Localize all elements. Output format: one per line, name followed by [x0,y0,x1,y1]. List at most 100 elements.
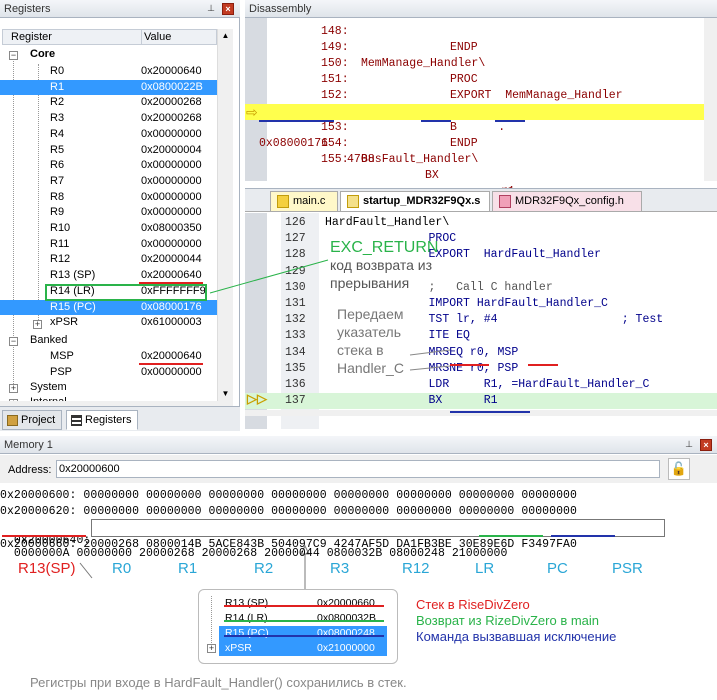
asm-text: MemManage_Handler\ [361,57,486,70]
expand-xpsr-icon[interactable]: + [33,320,42,329]
asm-line-number: 150: [321,57,349,70]
editor-line[interactable]: 130 ; Call C handler [245,280,717,296]
inset-row[interactable]: xPSR 0x21000000 [219,641,387,656]
asm-text: B . [450,121,506,134]
scroll-down-icon[interactable]: ▼ [218,387,233,401]
register-row[interactable]: R1 0x0800022B [0,79,217,96]
register-row[interactable]: R15 (PC) 0x08000176 [0,299,217,315]
tab-startup[interactable]: startup_MDR32F9Qx.s [340,191,490,211]
register-row[interactable]: R5 0x20000004 [0,143,217,159]
editor-line[interactable]: 132 TST lr, #4 ; Test [245,312,717,328]
register-row[interactable]: R12 0x20000044 [0,252,217,268]
inset-row[interactable]: R15 (PC) 0x08000248 [219,626,387,641]
register-value: 0x21000000 [317,642,375,654]
register-value: 0x20000640 [141,350,202,362]
col-value[interactable]: Value [144,31,171,43]
note-command: Команда вызвавшая исключение [416,629,617,644]
register-value: 0x08000248 [317,627,375,639]
tab-config[interactable]: MDR32F9Qx_config.h [492,191,642,211]
asm-line[interactable]: 152: EXPORT MemManage_Handler [245,88,717,104]
register-row[interactable]: R7 0x00000000 [0,174,217,190]
register-row[interactable]: R11 0x00000000 [0,237,217,253]
register-row[interactable]: R4 0x00000000 [0,127,217,143]
editor-line[interactable]: 131 IMPORT HardFault_Handler_C [245,296,717,312]
register-value: 0x20000268 [141,96,202,109]
registers-scrollbar[interactable]: ▲ ▼ [217,29,233,401]
lock-icon[interactable]: 🔓 [668,458,690,480]
pin-icon[interactable]: ⊥ [205,3,217,15]
expand-system-icon[interactable]: + [9,384,18,393]
editor-line[interactable]: 133 ITE EQ [245,328,717,344]
debug-arrow-icon: ▷▷ [247,391,267,406]
register-row[interactable]: R3 0x20000268 [0,111,217,127]
close-icon[interactable]: × [700,439,712,451]
asm-line-number: 151: [321,73,349,86]
editor-line[interactable]: 129 [245,264,717,280]
asm-line[interactable]: 153: B . [245,120,717,136]
editor-line[interactable]: 136 LDR R1, =HardFault_Handler_C [245,377,717,393]
asm-line[interactable]: 151: PROC [245,72,717,88]
word-label: R13(SP) [18,560,76,577]
editor-line[interactable]: 128 EXPORT HardFault_Handler [245,247,717,263]
register-name: MSP [50,350,74,362]
line-number: 134 [285,345,306,359]
line-number: 130 [285,280,306,294]
asm-line[interactable]: 150: MemManage_Handler\ [245,56,717,72]
register-name: R7 [50,174,65,187]
word-label: R2 [254,560,274,577]
collapse-banked-icon[interactable]: − [9,337,18,346]
line-number: 131 [285,297,306,310]
asm-line[interactable]: 149: ENDP [245,40,717,56]
line-number: 127 [285,232,306,246]
annot-exc-return: EXC_RETURN [330,239,439,256]
registers-panel: Registers ⊥ × Register Value − Core R0 0x… [0,0,240,431]
line-number: 135 [285,361,306,375]
tab-main-c[interactable]: main.c [270,191,338,211]
register-name: R15 (PC) [50,300,96,313]
line-number: 126 [285,216,306,229]
register-value: 0x20000640 [141,269,202,282]
pin-icon[interactable]: ⊥ [683,439,695,451]
register-value: 0x00000000 [141,190,202,203]
register-row[interactable]: R9 0x00000000 [0,205,217,221]
inset-row[interactable]: R13 (SP) 0x20000660 [219,596,387,611]
register-name: R1 [50,80,65,93]
registers-icon [71,415,82,426]
code-text: HardFault_Handler\ [325,216,450,229]
register-name: xPSR [225,642,252,654]
collapse-core-icon[interactable]: − [9,51,18,60]
current-instruction-row[interactable]: ⇨ 0x08000176 4708 BX r1 [245,104,717,198]
register-row[interactable]: R6 0x00000000 [0,158,217,174]
editor-line[interactable]: 127 PROC [245,231,717,247]
close-icon[interactable]: × [222,3,234,15]
editor-line[interactable]: 126 HardFault_Handler\ [245,215,717,231]
asm-line-number: 155: [321,153,349,166]
register-row[interactable]: R0 0x20000640 [0,64,217,80]
scroll-up-icon[interactable]: ▲ [218,29,233,43]
register-row[interactable]: R8 0x00000000 [0,190,217,206]
current-opcode: 4708 [347,153,375,166]
tab-registers[interactable]: Registers [66,410,139,430]
register-value: 0x00000000 [141,127,202,140]
address-input[interactable] [56,460,660,478]
asm-text: ENDP [450,137,478,150]
tab-project-label: Project [21,414,56,426]
register-row[interactable]: R2 0x20000268 [0,95,217,111]
register-row[interactable]: R10 0x08000350 [0,221,217,237]
word-label: R12 [402,560,430,577]
col-register[interactable]: Register [11,31,52,43]
disassembly-title-bar: Disassembly [245,0,717,18]
editor-line[interactable]: 137 BX R1 [245,393,717,410]
asm-line[interactable]: 148: [245,24,717,40]
register-row-psp[interactable]: PSP 0x00000000 [0,365,217,381]
tab-project[interactable]: Project [2,410,63,430]
editor-line[interactable]: 134 MRSEQ r0, MSP [245,345,717,361]
asm-line[interactable]: 155: BusFault_Handler\ [245,152,717,168]
register-value: 0x00000000 [141,366,202,378]
address-label: Address: [8,464,52,476]
inset-row[interactable]: R14 (LR) 0x0800032B [219,611,387,626]
register-name: R9 [50,206,65,219]
expand-xpsr-icon[interactable]: + [207,644,216,653]
asm-text: EXPORT MemManage_Handler [450,89,623,102]
annot-pass-4: Handler_C [337,360,404,376]
